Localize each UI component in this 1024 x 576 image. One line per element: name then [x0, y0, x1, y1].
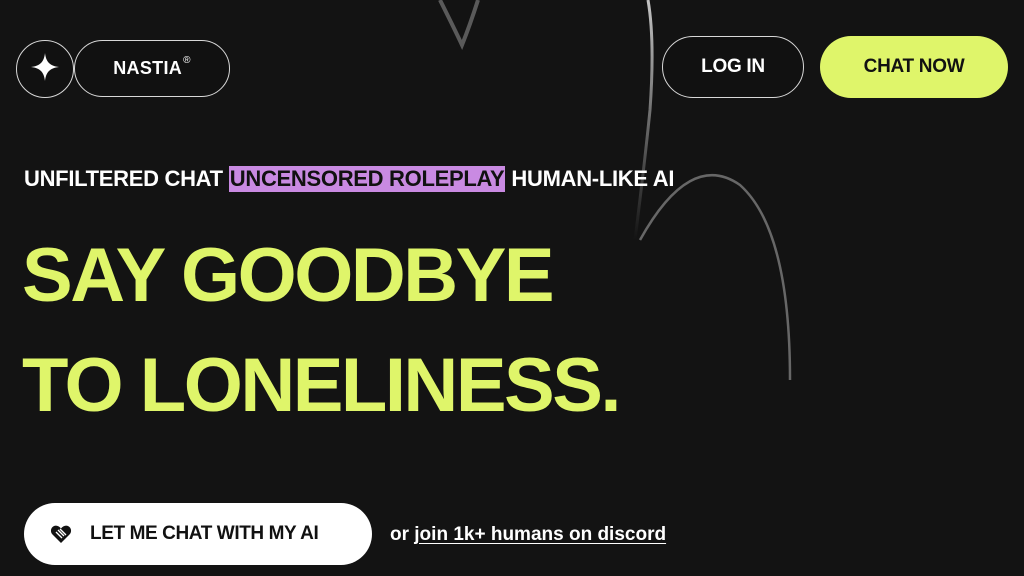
tagline-highlight: UNCENSORED ROLEPLAY [228, 166, 506, 192]
chat-with-ai-button[interactable]: LET ME CHAT WITH MY AI [24, 503, 372, 565]
tagline-part-2: HUMAN-LIKE AI [511, 166, 675, 191]
login-button[interactable]: LOG IN [662, 36, 804, 98]
hero-headline-line-2: TO LONELINESS. [22, 343, 622, 428]
sparkle-icon [30, 52, 60, 87]
chat-with-ai-label: LET ME CHAT WITH MY AI [90, 523, 319, 544]
hero-headline-line-1: SAY GOODBYE [22, 233, 555, 318]
tagline-part-1: UNFILTERED CHAT [24, 166, 223, 191]
heart-icon [50, 523, 72, 545]
discord-line: or join 1k+ humans on discord [390, 524, 666, 546]
tagline: UNFILTERED CHAT UNCENSORED ROLEPLAY HUMA… [24, 165, 674, 193]
chat-now-button[interactable]: CHAT NOW [820, 36, 1008, 98]
brand-logo[interactable]: NASTIA ® [74, 40, 230, 97]
registered-mark: ® [183, 55, 191, 66]
or-text: or [390, 524, 409, 545]
logo-badge[interactable] [16, 40, 74, 98]
discord-link[interactable]: join 1k+ humans on discord [414, 524, 666, 545]
brand-name: NASTIA [113, 58, 183, 78]
